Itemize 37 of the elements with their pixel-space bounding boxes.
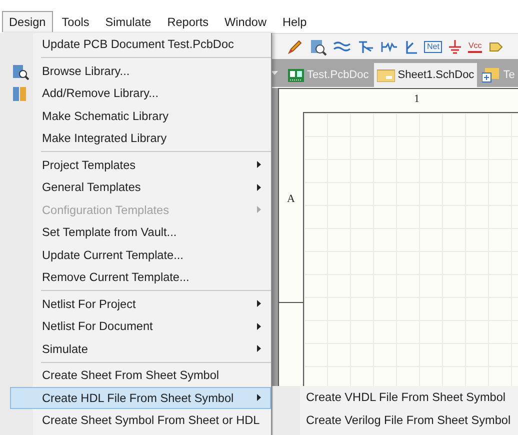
menu-item[interactable]: Make Integrated Library xyxy=(10,127,271,150)
menu-item[interactable]: Add/Remove Library... xyxy=(10,82,271,104)
menu-bar-item[interactable]: Tools xyxy=(54,10,96,32)
menu-bar-item[interactable]: Help xyxy=(275,10,314,32)
ground-icon[interactable] xyxy=(447,38,464,56)
menu-item[interactable]: Make Schematic Library xyxy=(10,104,271,127)
menu-item[interactable]: Update PCB Document Test.PcbDoc xyxy=(10,33,271,56)
menu-item[interactable]: Create VHDL File From Sheet Symbol xyxy=(273,386,518,408)
zone-label: 1 xyxy=(414,93,420,105)
pencil-icon[interactable] xyxy=(286,38,304,56)
menu-item[interactable]: Project Templates xyxy=(10,154,271,176)
menu-item[interactable]: Netlist For Project xyxy=(10,292,271,315)
menu-bar-item[interactable]: Window xyxy=(218,10,274,32)
books-icon xyxy=(13,86,27,102)
pcb-icon xyxy=(288,68,304,82)
menu-item[interactable]: Set Template from Vault... xyxy=(10,221,271,244)
folder-icon xyxy=(482,67,500,83)
menu-bar-item[interactable]: Simulate xyxy=(98,10,158,32)
menu-item[interactable]: Create Sheet From Sheet Symbol xyxy=(10,364,271,386)
menu-item[interactable]: Create Verilog File From Sheet Symbol xyxy=(273,408,518,431)
zone-label: A xyxy=(287,193,295,205)
menu-item[interactable]: Remove Current Template... xyxy=(10,266,271,288)
menu-item[interactable]: Simulate xyxy=(10,338,271,360)
menu-item[interactable]: Netlist For Document xyxy=(10,315,271,338)
library-search-icon xyxy=(13,64,29,80)
menu-item[interactable]: Browse Library... xyxy=(10,60,271,82)
menu-item[interactable]: General Templates xyxy=(10,176,271,198)
net-label-icon[interactable]: Net xyxy=(424,40,442,52)
menu-bar-item[interactable]: Reports xyxy=(160,10,216,32)
document-tab[interactable]: Sheet1.SchDoc xyxy=(374,63,478,87)
menu-item[interactable]: Create HDL File From Sheet Symbol xyxy=(10,386,271,409)
menu-bar-item[interactable]: Design xyxy=(2,11,53,32)
menu-item[interactable]: Create Sheet Symbol From Sheet or HDL xyxy=(10,409,271,432)
folder-document-icon xyxy=(376,68,395,82)
magnifier-icon[interactable] xyxy=(309,38,327,56)
dropdown-arrow-icon[interactable] xyxy=(271,71,278,75)
menu-item[interactable]: Update Current Template... xyxy=(10,244,271,266)
